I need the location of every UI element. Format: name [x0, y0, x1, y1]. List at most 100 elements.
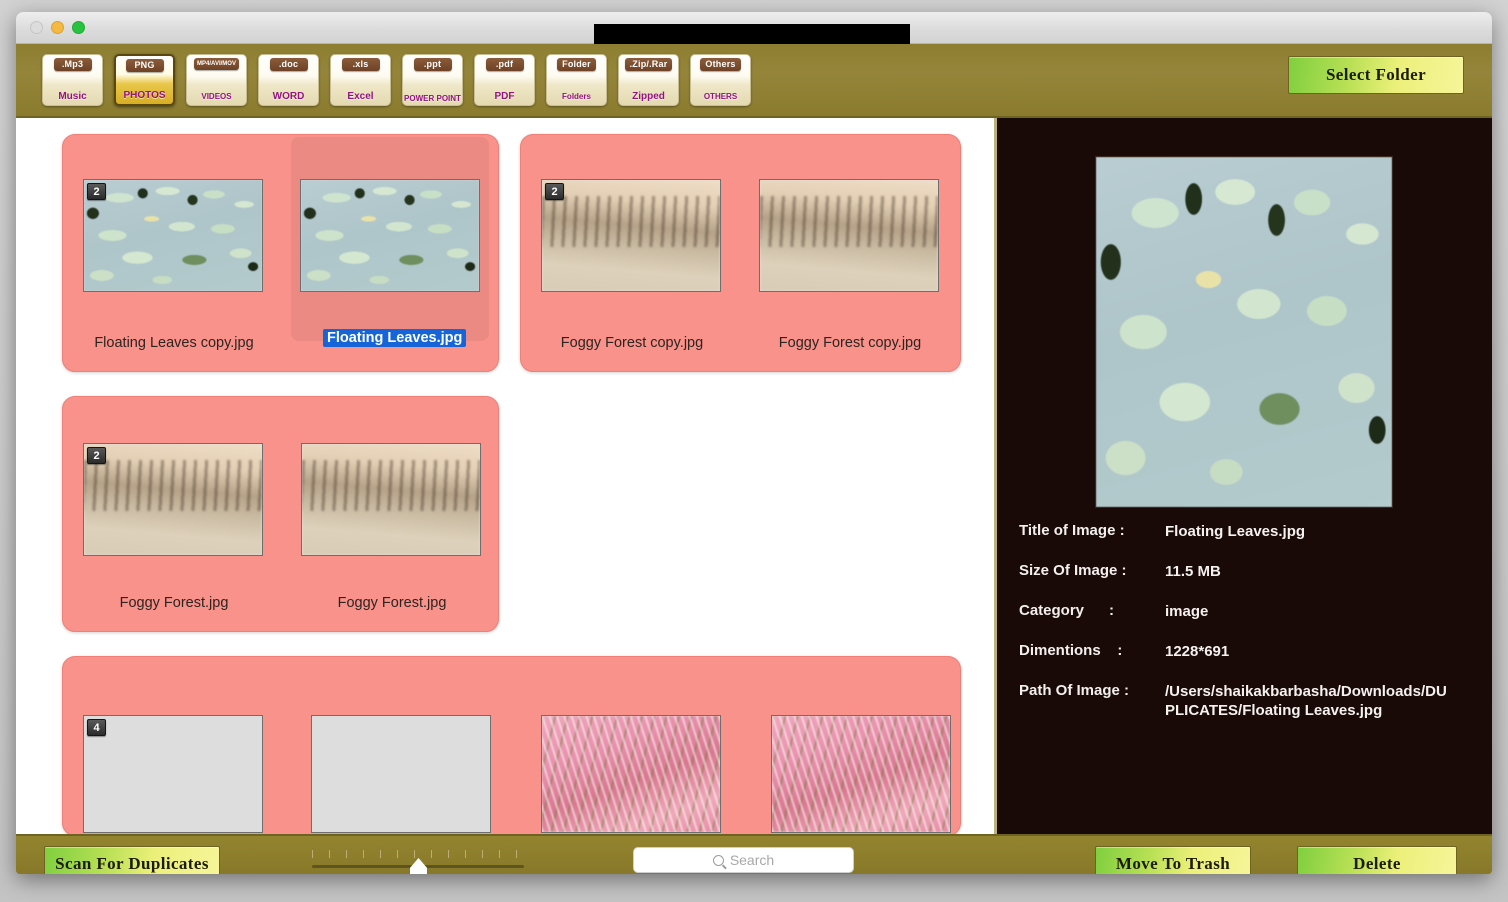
- metadata-value: /Users/shaikakbarbasha/Downloads/DUPLICA…: [1165, 683, 1447, 719]
- thumbnail-image: [760, 180, 938, 291]
- duplicate-group[interactable]: 2 Foggy Forest.jpg Foggy Forest.jpg: [62, 396, 499, 632]
- title-bar: [16, 12, 1492, 49]
- word-file-icon: .doc: [269, 58, 308, 72]
- file-cell[interactable]: [301, 663, 503, 833]
- category-button-pdf[interactable]: .pdf PDF: [474, 54, 535, 106]
- music-file-icon: .Mp3: [53, 58, 92, 72]
- metadata-row-category: Category : image: [1019, 602, 1478, 621]
- metadata-label: Category :: [1019, 602, 1115, 619]
- file-name-label: Foggy Forest copy.jpg: [778, 335, 922, 351]
- metadata-row-title: Title of Image : Floating Leaves.jpg: [1019, 522, 1478, 541]
- metadata-row-dimensions: Dimentions : 1228*691: [1019, 642, 1478, 661]
- file-cell[interactable]: Foggy Forest.jpg: [291, 405, 493, 611]
- metadata-row-size: Size Of Image : 11.5 MB: [1019, 562, 1478, 581]
- metadata-value: image: [1165, 603, 1209, 620]
- category-button-zipped[interactable]: .Zip/.Rar Zipped: [618, 54, 679, 106]
- minimize-button-icon[interactable]: [51, 21, 64, 34]
- photo-file-icon: PNG: [125, 59, 164, 73]
- duplicate-groups-list[interactable]: 2 Floating Leaves copy.jpg Floating Leav…: [16, 118, 994, 834]
- category-label-videos: VIDEOS: [201, 92, 232, 101]
- thumbnail[interactable]: 4: [83, 715, 263, 833]
- move-to-trash-button[interactable]: Move To Trash: [1095, 846, 1251, 874]
- metadata-label: Title of Image :: [1019, 522, 1125, 539]
- metadata-label: Path Of Image :: [1019, 682, 1130, 699]
- scan-for-duplicates-button[interactable]: Scan For Duplicates: [44, 846, 220, 874]
- category-button-folders[interactable]: Folder Folders: [546, 54, 607, 106]
- category-label-zipped: Zipped: [632, 91, 665, 102]
- thumbnail[interactable]: [301, 443, 481, 556]
- thumbnail-image: [542, 180, 720, 291]
- file-cell[interactable]: [531, 663, 733, 833]
- duplicate-group[interactable]: 4: [62, 656, 961, 834]
- thumbnail-image: [84, 180, 262, 291]
- slider-ticks: [312, 850, 524, 858]
- category-label-excel: Excel: [347, 91, 374, 102]
- thumbnail[interactable]: 2: [83, 443, 263, 556]
- file-cell[interactable]: 2 Foggy Forest copy.jpg: [531, 141, 733, 351]
- thumbnail-image: [84, 444, 262, 555]
- metadata-value: 11.5 MB: [1165, 563, 1221, 580]
- duplicate-count-badge: 2: [545, 183, 564, 200]
- file-name-label: Foggy Forest.jpg: [119, 595, 229, 611]
- video-file-icon: MP4/AVI/MOV: [194, 58, 239, 71]
- thumbnail[interactable]: [311, 715, 491, 833]
- category-button-others[interactable]: Others OTHERS: [690, 54, 751, 106]
- image-preview: [1095, 156, 1393, 508]
- thumbnail-image: [542, 716, 720, 832]
- metadata-value: Floating Leaves.jpg: [1165, 523, 1306, 540]
- zoom-button-icon[interactable]: [72, 21, 85, 34]
- category-button-word[interactable]: .doc WORD: [258, 54, 319, 106]
- thumbnail[interactable]: [541, 715, 721, 833]
- thumbnail[interactable]: 2: [541, 179, 721, 292]
- thumbnail-image: [772, 716, 950, 832]
- file-cell[interactable]: 4: [73, 663, 275, 833]
- app-root: .Mp3 Music PNG PHOTOS MP4/AVI/MOV VIDEOS…: [0, 0, 1508, 902]
- file-cell[interactable]: [761, 663, 963, 833]
- category-button-videos[interactable]: MP4/AVI/MOV VIDEOS: [186, 54, 247, 106]
- window-controls: [30, 21, 85, 34]
- delete-button[interactable]: Delete: [1297, 846, 1457, 874]
- pdf-file-icon: .pdf: [485, 58, 524, 72]
- duplicate-group[interactable]: 2 Floating Leaves copy.jpg Floating Leav…: [62, 134, 499, 372]
- category-label-powerpoint: POWER POINT: [404, 94, 461, 103]
- metadata-label: Dimentions :: [1019, 642, 1123, 659]
- category-label-word: WORD: [272, 91, 305, 102]
- close-button-icon[interactable]: [30, 21, 43, 34]
- file-name-label: Foggy Forest.jpg: [337, 595, 447, 611]
- thumbnail-image: [301, 180, 479, 291]
- thumbnail[interactable]: [771, 715, 951, 833]
- category-button-excel[interactable]: .xls Excel: [330, 54, 391, 106]
- zip-file-icon: .Zip/.Rar: [624, 58, 673, 72]
- category-label-photos: PHOTOS: [123, 90, 166, 101]
- folder-icon: Folder: [557, 58, 596, 72]
- metadata-value: 1228*691: [1165, 643, 1230, 660]
- others-file-icon: Others: [700, 58, 741, 72]
- category-button-music[interactable]: .Mp3 Music: [42, 54, 103, 106]
- bottom-toolbar: Scan For Duplicates Search Move To Trash…: [16, 834, 1492, 874]
- category-toolbar: .Mp3 Music PNG PHOTOS MP4/AVI/MOV VIDEOS…: [16, 44, 1492, 118]
- thumbnail[interactable]: [300, 179, 480, 292]
- category-label-folders: Folders: [562, 92, 591, 101]
- category-button-photos[interactable]: PNG PHOTOS: [114, 54, 175, 106]
- duplicate-count-badge: 2: [87, 447, 106, 464]
- duplicate-count-badge: 2: [87, 183, 106, 200]
- category-label-music: Music: [58, 91, 87, 102]
- file-cell-selected[interactable]: [291, 137, 489, 341]
- search-placeholder: Search: [729, 852, 775, 868]
- file-cell[interactable]: 2 Foggy Forest.jpg: [73, 405, 275, 611]
- file-cell[interactable]: 2 Floating Leaves copy.jpg: [73, 141, 275, 351]
- thumbnail[interactable]: 2: [83, 179, 263, 292]
- metadata-label: Size Of Image :: [1019, 562, 1127, 579]
- slider-knob[interactable]: [410, 858, 427, 874]
- thumbnail-image: [84, 716, 262, 832]
- category-button-powerpoint[interactable]: .ppt POWER POINT: [402, 54, 463, 106]
- duplicate-group[interactable]: 2 Foggy Forest copy.jpg Foggy Forest cop…: [520, 134, 961, 372]
- file-name-label: Floating Leaves copy.jpg: [94, 335, 254, 351]
- thumbnail[interactable]: [759, 179, 939, 292]
- category-button-row: .Mp3 Music PNG PHOTOS MP4/AVI/MOV VIDEOS…: [16, 54, 751, 106]
- select-folder-button[interactable]: Select Folder: [1288, 56, 1464, 94]
- excel-file-icon: .xls: [341, 58, 380, 72]
- file-cell[interactable]: Foggy Forest copy.jpg: [749, 141, 951, 351]
- search-input[interactable]: Search: [633, 847, 854, 873]
- thumbnail-size-slider[interactable]: [312, 850, 524, 874]
